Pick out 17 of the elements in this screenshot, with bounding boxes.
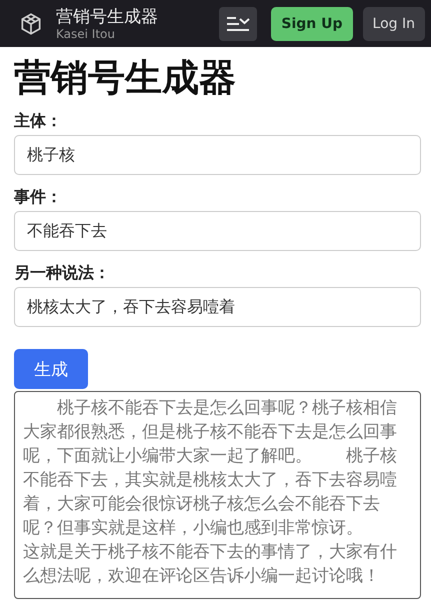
menu-button[interactable] — [219, 6, 258, 40]
input-field[interactable]: 桃子核 — [14, 135, 421, 175]
site-title: 营销号生成器 — [56, 6, 158, 26]
field-label: 事件： — [14, 186, 63, 208]
field-label: 另一种说法： — [14, 262, 111, 284]
field-label: 主体： — [14, 110, 63, 132]
output-text: 桃子核不能吞下去是怎么回事呢？桃子核相信大家都很熟悉，但是桃子核不能吞下去是怎么回事呢，下面就让小编带大家一起了解吧。 桃子核不能吞下去，其实就是桃核太大了，吞下去容易噎着，大家可能会很惊讶桃子核怎么会不能吞下去呢？但事实就是这样，小编也感到非常惊讶。 — [23, 397, 398, 540]
output-text: 这就是关于桃子核不能吞下去的事情了，大家有什么想法呢，欢迎在评论区告诉小编一起讨论哦！ — [23, 541, 398, 588]
menu-icon — [226, 16, 250, 32]
sign-up-button[interactable]: Sign Up — [271, 6, 353, 40]
input-field[interactable]: 桃核太大了，吞下去容易噎着 — [14, 287, 421, 327]
input-field[interactable]: 不能吞下去 — [14, 211, 421, 251]
output-box[interactable]: 桃子核不能吞下去是怎么回事呢？桃子核相信大家都很熟悉，但是桃子核不能吞下去是怎么回事呢，下面就让小编带大家一起了解吧。 桃子核不能吞下去，其实就是桃核太大了，吞下去容易噎着，大家可能会很惊讶桃子核怎么会不能吞下去呢？但事实就是这样，小编也感到非常惊讶。 这就是关于桃子核不能吞下去的事情了，大家有什么想法呢，欢迎在评论区告诉小编一起讨论哦！ — [14, 391, 421, 599]
site-subtitle: Kasei Itou — [56, 26, 116, 40]
page-title: 营销号生成器 — [14, 55, 237, 101]
generate-button[interactable]: 生成 — [14, 349, 88, 389]
log-in-button[interactable]: Log In — [362, 6, 425, 40]
